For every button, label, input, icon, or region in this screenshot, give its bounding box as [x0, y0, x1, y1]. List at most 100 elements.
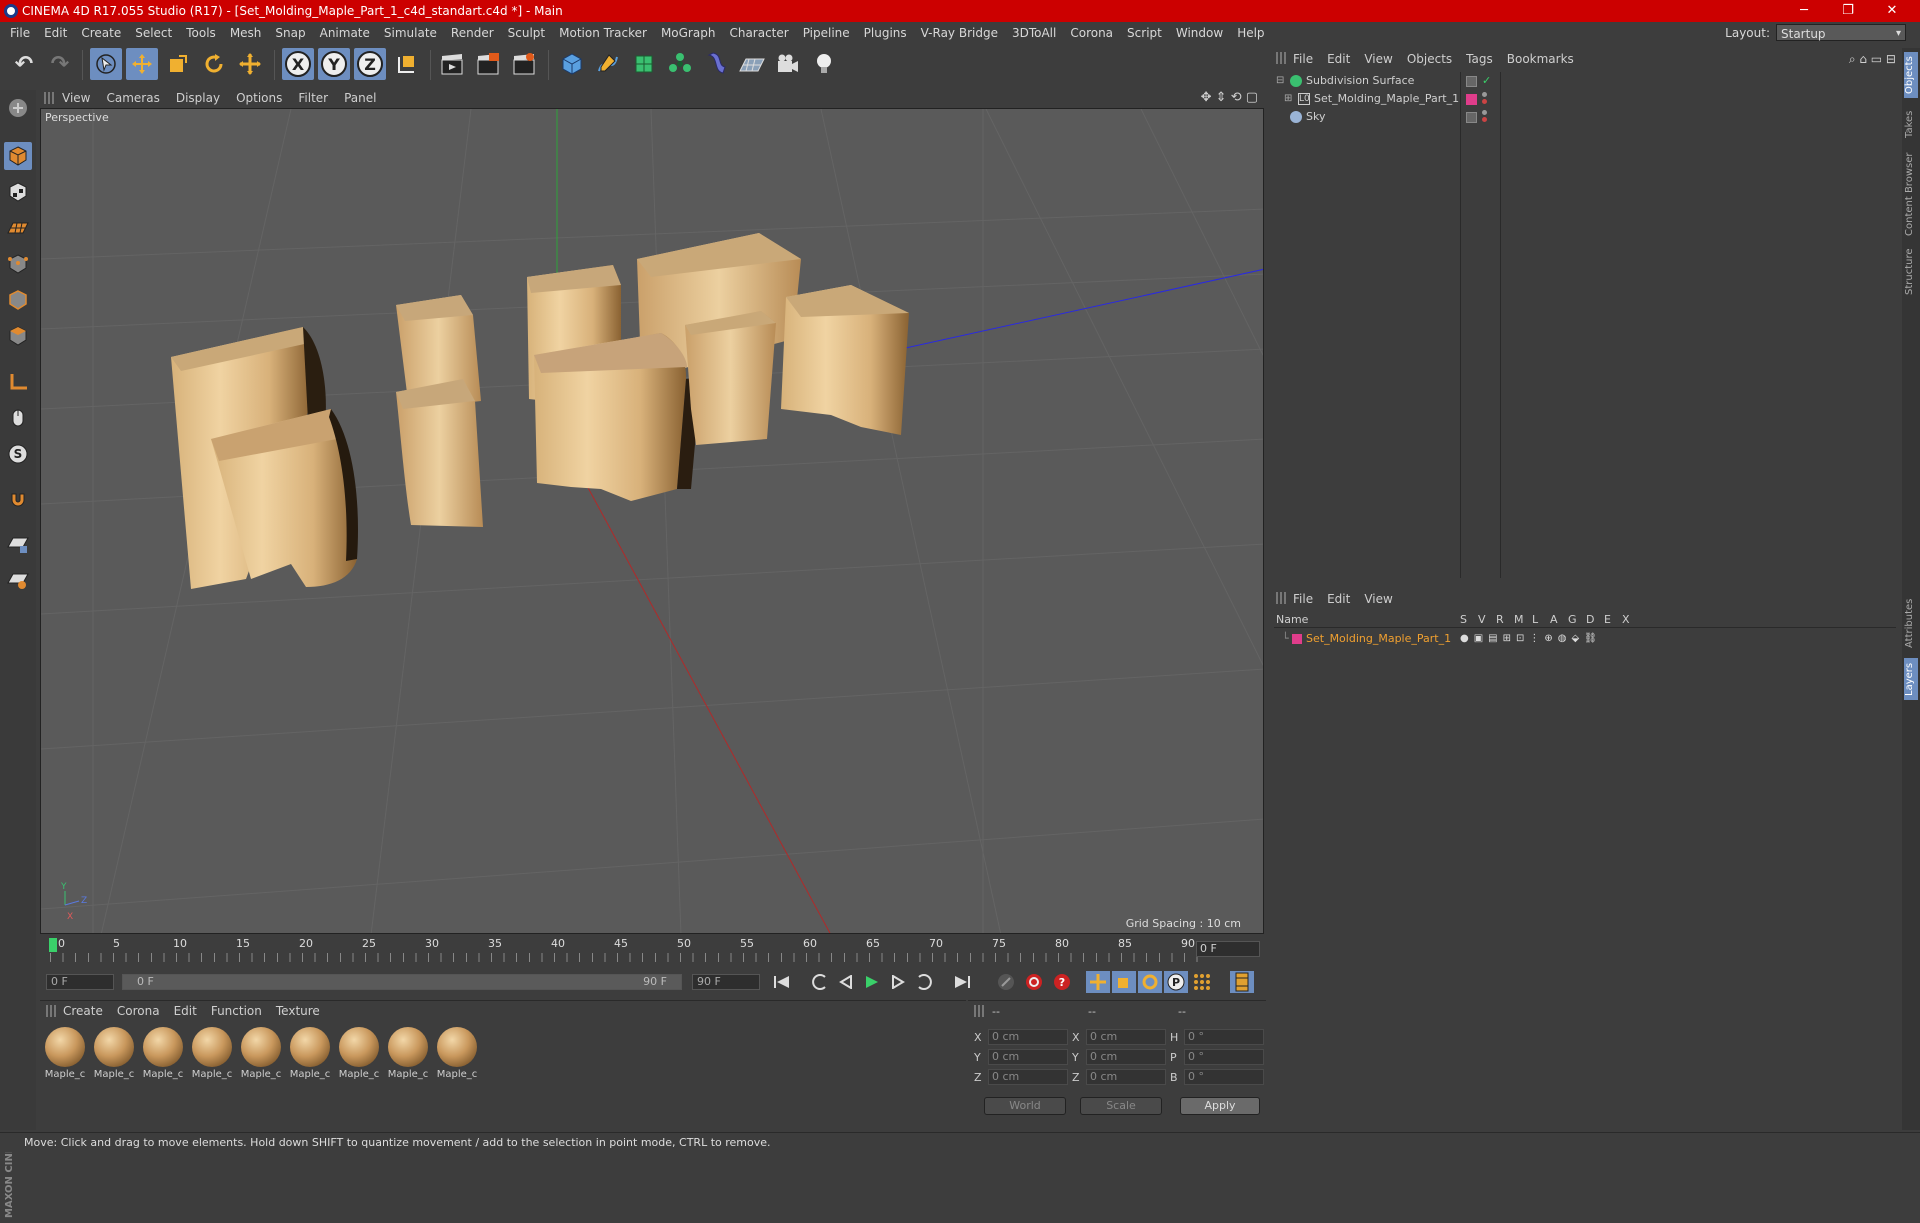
size-x-field[interactable]: 0 cm	[1086, 1029, 1166, 1045]
material-menu-edit[interactable]: Edit	[167, 1001, 204, 1021]
maximize-button[interactable]: ❐	[1826, 0, 1870, 22]
scale-tool[interactable]	[162, 48, 194, 80]
workplane-mode-button[interactable]	[4, 214, 32, 242]
layers-menu-file[interactable]: File	[1286, 588, 1320, 610]
menu-motion-tracker[interactable]: Motion Tracker	[552, 22, 654, 44]
menu-animate[interactable]: Animate	[313, 22, 377, 44]
editor-visibility-icon[interactable]	[1466, 112, 1477, 123]
menu-script[interactable]: Script	[1120, 22, 1169, 44]
objects-menu-objects[interactable]: Objects	[1400, 48, 1459, 70]
close-button[interactable]: ✕	[1870, 0, 1914, 22]
rotate-tool[interactable]	[198, 48, 230, 80]
layers-menu-view[interactable]: View	[1357, 588, 1399, 610]
edges-mode-button[interactable]	[4, 286, 32, 314]
render-settings-button[interactable]	[508, 48, 540, 80]
col-xref[interactable]: X	[1622, 612, 1630, 628]
add-cube-button[interactable]	[556, 48, 588, 80]
material-menu-function[interactable]: Function	[204, 1001, 269, 1021]
pos-x-field[interactable]: 0 cm	[988, 1029, 1068, 1045]
material-menu-create[interactable]: Create	[56, 1001, 110, 1021]
menu-help[interactable]: Help	[1230, 22, 1271, 44]
add-camera-button[interactable]	[772, 48, 804, 80]
keyframe-selection-button[interactable]: ?	[1050, 971, 1074, 993]
tab-content-browser[interactable]: Content Browser	[1904, 148, 1918, 240]
layer-toggle-icons[interactable]: ●▣▤⊞⊡⋮⊕◍⬙⛓	[1460, 630, 1602, 648]
y-axis-lock-button[interactable]: Y	[318, 48, 350, 80]
objects-menu-file[interactable]: File	[1286, 48, 1320, 70]
viewport-menu-panel[interactable]: Panel	[336, 88, 384, 108]
col-expressions[interactable]: E	[1604, 612, 1611, 628]
model-mode-button[interactable]	[4, 142, 32, 170]
layers-menu-edit[interactable]: Edit	[1320, 588, 1357, 610]
viewport-menu-cameras[interactable]: Cameras	[98, 88, 167, 108]
objects-menu-edit[interactable]: Edit	[1320, 48, 1357, 70]
menu-edit[interactable]: Edit	[37, 22, 74, 44]
size-z-field[interactable]: 0 cm	[1086, 1069, 1166, 1085]
add-light-button[interactable]	[808, 48, 840, 80]
viewport-menu-filter[interactable]: Filter	[290, 88, 336, 108]
render-view-button[interactable]	[436, 48, 468, 80]
col-animation[interactable]: A	[1550, 612, 1558, 628]
menu-mesh[interactable]: Mesh	[223, 22, 269, 44]
add-mograph-button[interactable]	[664, 48, 696, 80]
prev-key-button[interactable]	[808, 971, 832, 993]
transform-tool[interactable]	[234, 48, 266, 80]
menu-3dtoall[interactable]: 3DToAll	[1005, 22, 1063, 44]
viewport-nav-icons[interactable]: ✥ ⇕ ⟲ ▢	[1201, 88, 1258, 108]
minimize-button[interactable]: ─	[1782, 0, 1826, 22]
rot-b-field[interactable]: 0 °	[1184, 1069, 1264, 1085]
move-tool[interactable]	[126, 48, 158, 80]
material-swatch[interactable]: Maple_c	[189, 1025, 235, 1083]
points-mode-button[interactable]	[4, 250, 32, 278]
layer-color-swatch[interactable]	[1292, 634, 1302, 644]
collapse-toggle-icon[interactable]: ⊟	[1276, 72, 1284, 90]
current-frame-field[interactable]: 0 F	[1196, 941, 1260, 957]
goto-start-button[interactable]	[770, 971, 794, 993]
material-swatch[interactable]: Maple_c	[42, 1025, 88, 1083]
frame-range-slider[interactable]: 0 F 90 F	[122, 974, 682, 990]
key-pla-button[interactable]	[1190, 971, 1214, 993]
prev-frame-button[interactable]	[834, 971, 858, 993]
texture-mode-button[interactable]	[4, 178, 32, 206]
menu-corona[interactable]: Corona	[1063, 22, 1120, 44]
tab-objects[interactable]: Objects	[1904, 52, 1918, 98]
visibility-dots-icon[interactable]	[1482, 92, 1487, 106]
goto-end-button[interactable]	[950, 971, 974, 993]
make-editable-button[interactable]	[4, 94, 32, 122]
add-subdivision-button[interactable]	[628, 48, 660, 80]
key-scale-button[interactable]	[1112, 971, 1136, 993]
material-swatch[interactable]: Maple_c	[238, 1025, 284, 1083]
material-swatch[interactable]: Maple_c	[287, 1025, 333, 1083]
editor-visibility-icon[interactable]	[1466, 76, 1477, 87]
menu-window[interactable]: Window	[1169, 22, 1230, 44]
coordinate-system-button[interactable]	[390, 48, 422, 80]
polygons-mode-button[interactable]	[4, 322, 32, 350]
menu-pipeline[interactable]: Pipeline	[796, 22, 857, 44]
menu-character[interactable]: Character	[722, 22, 795, 44]
pos-z-field[interactable]: 0 cm	[988, 1069, 1068, 1085]
snap-button[interactable]: S	[4, 440, 32, 468]
tweak-mode-button[interactable]	[4, 404, 32, 432]
material-swatch[interactable]: Maple_c	[336, 1025, 382, 1083]
play-button[interactable]	[860, 971, 884, 993]
record-keys-button[interactable]	[994, 971, 1018, 993]
col-solo[interactable]: S	[1460, 612, 1467, 628]
add-pen-spline-button[interactable]	[592, 48, 624, 80]
undo-button[interactable]: ↶	[8, 48, 40, 80]
timeline-ruler[interactable]: 0 5 10 15 20 25 30 35 40 45 50 55 60 65 …	[40, 936, 1266, 966]
col-visible[interactable]: V	[1478, 612, 1486, 628]
z-axis-lock-button[interactable]: Z	[354, 48, 386, 80]
enabled-check-icon[interactable]: ✓	[1482, 72, 1491, 90]
material-menu-corona[interactable]: Corona	[110, 1001, 167, 1021]
tab-attributes[interactable]: Attributes	[1904, 592, 1918, 654]
key-parameter-button[interactable]: P	[1164, 971, 1188, 993]
tab-takes[interactable]: Takes	[1904, 104, 1918, 144]
menu-tools[interactable]: Tools	[179, 22, 223, 44]
auto-key-button[interactable]	[1022, 971, 1046, 993]
col-locked[interactable]: L	[1532, 612, 1538, 628]
viewport-menu-options[interactable]: Options	[228, 88, 290, 108]
visibility-dots-icon[interactable]	[1482, 110, 1487, 124]
layer-row[interactable]: └ Set_Molding_Maple_Part_1 ●▣▤⊞⊡⋮⊕◍⬙⛓	[1274, 630, 1896, 648]
objects-menu-view[interactable]: View	[1357, 48, 1399, 70]
material-swatch[interactable]: Maple_c	[385, 1025, 431, 1083]
